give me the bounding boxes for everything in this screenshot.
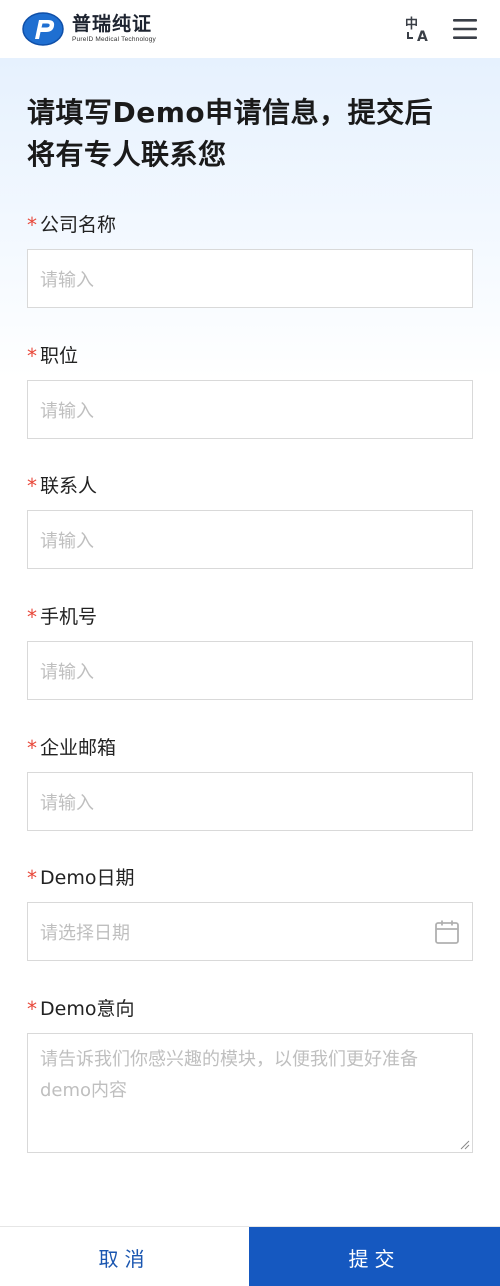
company-name-input[interactable]: 请输入 (27, 249, 473, 308)
demo-date-label: * Demo日期 (27, 866, 473, 890)
job-title-label: * 职位 (27, 344, 473, 368)
pureid-logo-icon (22, 12, 64, 46)
company-email-label-text: 企业邮箱 (40, 737, 117, 759)
required-asterisk: * (27, 866, 37, 890)
top-navigation-bar: 普瑞纯证 PureID Medical Technology 中 A (0, 0, 500, 58)
demo-interest-label: * Demo意向 (27, 997, 473, 1021)
cancel-button[interactable]: 取消 (0, 1227, 249, 1286)
contact-person-input[interactable]: 请输入 (27, 510, 473, 569)
translate-icon[interactable]: 中 A (404, 14, 434, 44)
demo-date-picker[interactable]: 请选择日期 (27, 902, 473, 961)
demo-request-page: 普瑞纯证 PureID Medical Technology 中 A 请填写De… (0, 0, 500, 1286)
contact-person-label: * 联系人 (27, 474, 473, 498)
job-title-placeholder: 请输入 (40, 400, 94, 422)
calendar-icon[interactable] (434, 919, 460, 945)
bottom-action-bar: 取消 提交 (0, 1226, 500, 1286)
required-asterisk: * (27, 605, 37, 629)
demo-date-field: * Demo日期 请选择日期 (27, 866, 473, 961)
demo-date-placeholder: 请选择日期 (40, 922, 130, 944)
phone-number-input[interactable]: 请输入 (27, 641, 473, 700)
logo-chinese-text: 普瑞纯证 (72, 12, 153, 35)
hamburger-menu-icon[interactable] (452, 18, 478, 40)
contact-person-placeholder: 请输入 (40, 530, 94, 552)
company-name-label-text: 公司名称 (40, 214, 117, 236)
contact-person-label-text: 联系人 (40, 475, 98, 497)
demo-interest-textarea[interactable]: 请告诉我们你感兴趣的模块，以便我们更好准备demo内容 (27, 1033, 473, 1153)
company-email-label: * 企业邮箱 (27, 736, 473, 760)
company-name-field: * 公司名称 请输入 (27, 213, 473, 308)
company-email-placeholder: 请输入 (40, 792, 94, 814)
company-email-input[interactable]: 请输入 (27, 772, 473, 831)
company-email-field: * 企业邮箱 请输入 (27, 736, 473, 831)
demo-date-label-text: Demo日期 (40, 867, 135, 889)
required-asterisk: * (27, 997, 37, 1021)
phone-number-label: * 手机号 (27, 605, 473, 629)
company-name-placeholder: 请输入 (40, 269, 94, 291)
job-title-field: * 职位 请输入 (27, 344, 473, 439)
demo-interest-placeholder: 请告诉我们你感兴趣的模块，以便我们更好准备demo内容 (40, 1049, 418, 1101)
job-title-label-text: 职位 (40, 345, 79, 367)
resize-handle-icon[interactable] (460, 1140, 470, 1150)
required-asterisk: * (27, 474, 37, 498)
contact-person-field: * 联系人 请输入 (27, 474, 473, 569)
page-title-line-2: 将有专人联系您 (27, 138, 227, 171)
phone-number-placeholder: 请输入 (40, 661, 94, 683)
demo-interest-label-text: Demo意向 (40, 998, 135, 1020)
phone-number-label-text: 手机号 (40, 606, 98, 628)
logo-english-text: PureID Medical Technology (72, 35, 157, 43)
page-title-line-1: 请填写Demo申请信息，提交后 (27, 96, 434, 129)
phone-number-field: * 手机号 请输入 (27, 605, 473, 700)
required-asterisk: * (27, 736, 37, 760)
required-asterisk: * (27, 344, 37, 368)
job-title-input[interactable]: 请输入 (27, 380, 473, 439)
demo-interest-field: * Demo意向 请告诉我们你感兴趣的模块，以便我们更好准备demo内容 (27, 997, 473, 1153)
company-name-label: * 公司名称 (27, 213, 473, 237)
svg-text:A: A (417, 29, 428, 44)
submit-button[interactable]: 提交 (249, 1227, 500, 1286)
brand-logo[interactable]: 普瑞纯证 PureID Medical Technology (22, 11, 156, 47)
page-heading: 请填写Demo申请信息，提交后 将有专人联系您 (27, 92, 473, 176)
required-asterisk: * (27, 213, 37, 237)
